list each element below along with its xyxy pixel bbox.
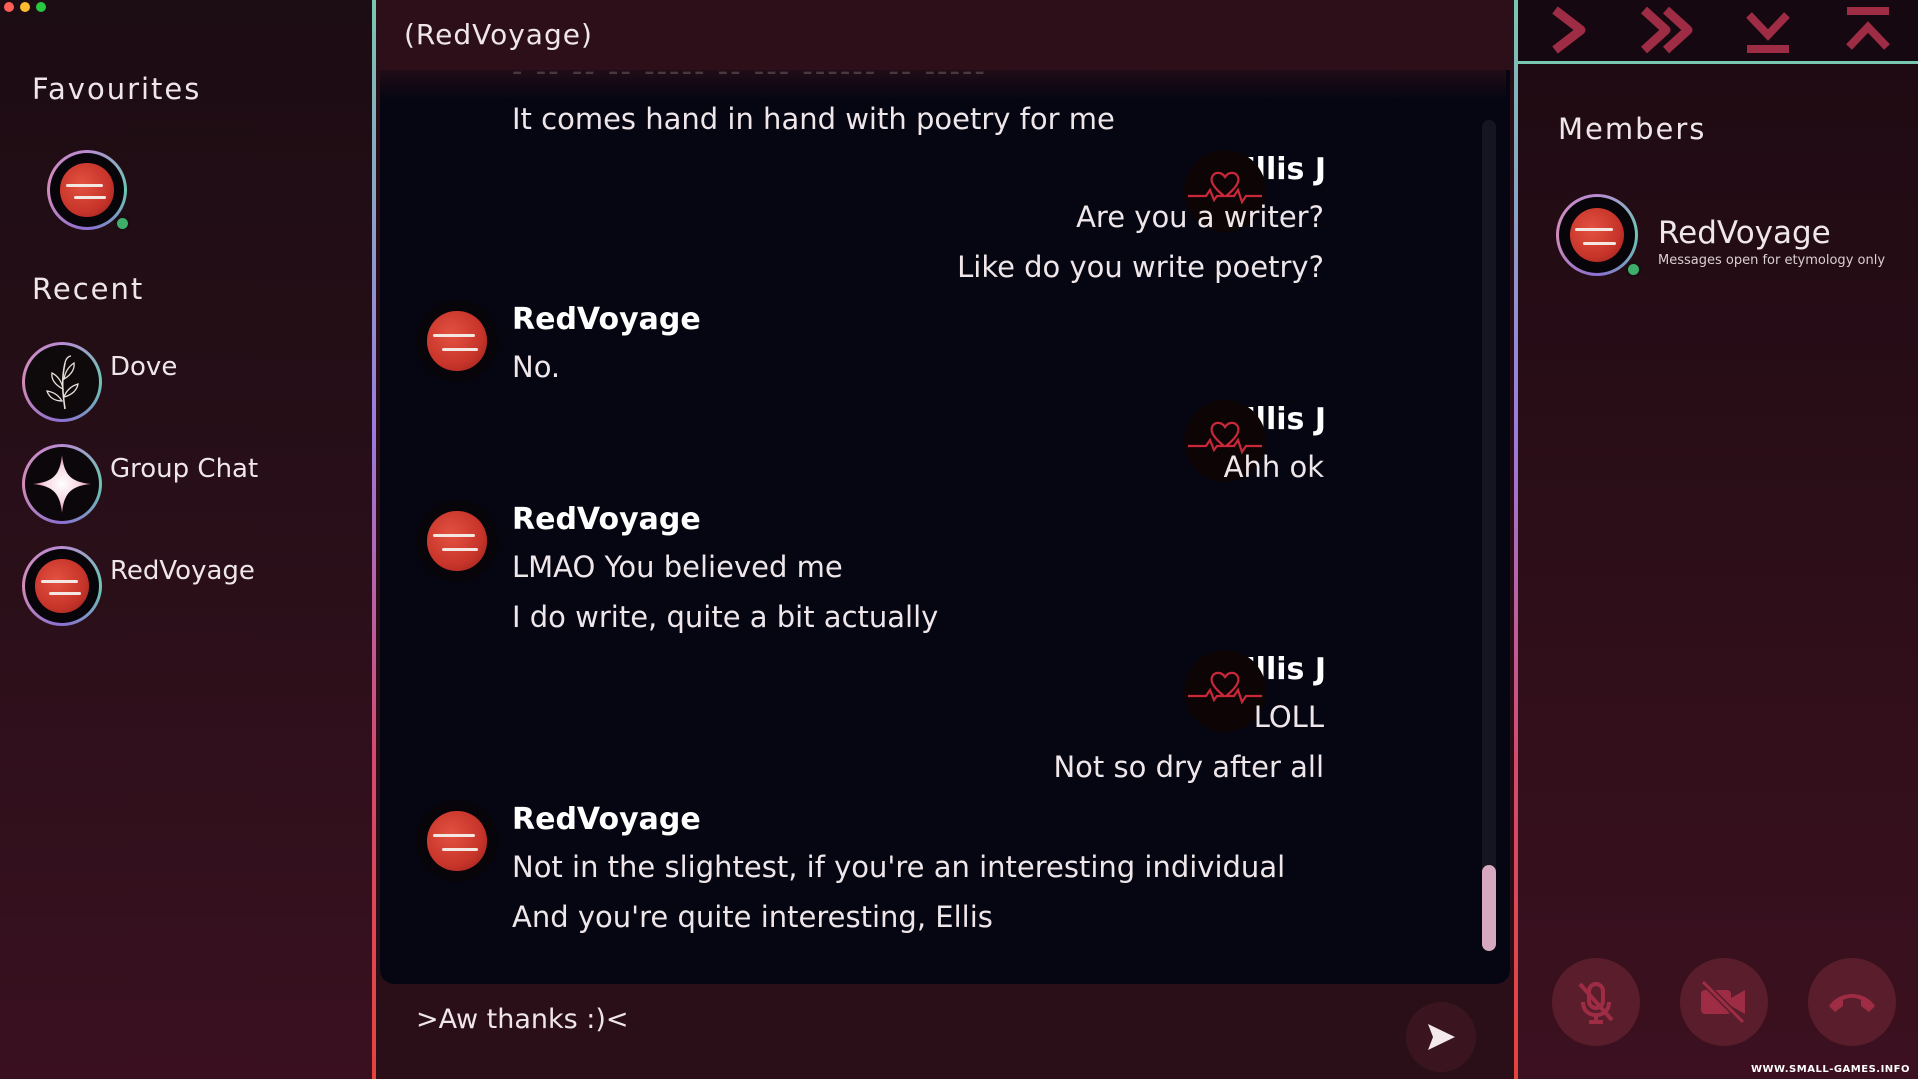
video-toggle-button[interactable] [1680,958,1768,1046]
advance-button[interactable] [1518,0,1618,60]
red-sun-icon [60,163,114,217]
scrollbar-thumb[interactable] [1482,865,1496,951]
fast-forward-button[interactable] [1618,0,1718,60]
recent-item-dove[interactable]: Dove [22,342,352,426]
recent-item-group-chat[interactable]: Group Chat [22,444,352,528]
watermark-text: WWW.SMALL-GAMES.INFO [1750,1064,1910,1075]
red-sun-icon [427,811,487,871]
skip-down-button[interactable] [1718,0,1818,60]
message-line: And you're quite interesting, Ellis [512,900,993,934]
avatar [22,546,102,626]
online-status-dot [1625,261,1642,278]
message-line: Not in the slightest, if you're an inter… [512,850,1286,884]
message-line: Not so dry after all [1053,750,1324,784]
close-window-button[interactable] [4,2,14,12]
mute-button[interactable] [1552,958,1640,1046]
red-sun-icon [35,559,89,613]
send-button[interactable] [1406,1002,1476,1072]
mute-mic-icon [1578,982,1614,1024]
message-line: LMAO You believed me [512,550,843,584]
message-author: RedVoyage [512,502,701,537]
maximize-window-button[interactable] [36,2,46,12]
dove-plant-icon [46,355,79,410]
favourites-title: Favourites [32,72,202,106]
message-line: I do write, quite a bit actually [512,600,939,634]
favourite-redvoyage-avatar[interactable] [47,150,131,232]
playback-toolbar [1518,0,1918,64]
message-composer[interactable]: >Aw thanks :)< [380,990,1510,1079]
hang-up-button[interactable] [1808,958,1896,1046]
red-sun-icon [1569,207,1625,263]
message-list[interactable]: - -- -- -- ----- -- --- ------ -- ----- … [380,40,1510,984]
red-sun-icon [427,311,487,371]
double-chevron-right-icon [1640,6,1693,54]
message-line: Ahh ok [1223,450,1324,484]
video-off-icon [1700,979,1746,1025]
red-sun-icon [427,511,487,571]
chat-title: (RedVoyage) [376,0,1514,70]
recent-title: Recent [32,272,145,306]
avatar [22,444,102,524]
skip-up-icon [1846,7,1890,50]
redvoyage-avatar[interactable] [416,300,498,382]
message-line: LOLL [1253,700,1324,734]
recent-item-label: Dove [110,352,178,382]
recent-item-label: RedVoyage [110,556,255,586]
sidebar: Favourites Recent Dove Group Chat RedVoy… [0,0,372,1079]
message-input[interactable]: >Aw thanks :)< [416,1004,629,1035]
member-name[interactable]: RedVoyage [1658,215,1831,251]
message-line: It comes hand in hand with poetry for me [512,102,1115,136]
member-avatar[interactable] [1556,194,1642,278]
message-author: RedVoyage [512,302,701,337]
chat-panel: - -- -- -- ----- -- --- ------ -- ----- … [372,0,1514,1079]
window-controls [4,2,46,12]
chevron-right-icon [1552,6,1586,54]
redvoyage-avatar[interactable] [416,800,498,882]
member-status: Messages open for etymology only [1658,253,1886,268]
send-arrow-icon [1428,1024,1455,1050]
skip-down-icon [1746,12,1790,53]
recent-item-label: Group Chat [110,454,259,484]
online-status-dot [114,215,131,232]
hang-up-icon [1829,994,1875,1012]
message-author: RedVoyage [512,802,701,837]
redvoyage-avatar[interactable] [416,500,498,582]
scrollbar-track[interactable] [1482,120,1496,950]
avatar [22,342,102,422]
minimize-window-button[interactable] [20,2,30,12]
message-line: Are you a writer? [1076,200,1324,234]
sparkle-star-icon [33,455,91,513]
members-panel: Members RedVoyage Messages open for etym… [1514,0,1918,1079]
message-line: Like do you write poetry? [957,250,1324,284]
members-title: Members [1558,112,1707,146]
message-line: No. [512,350,561,384]
recent-item-redvoyage[interactable]: RedVoyage [22,546,352,630]
skip-up-button[interactable] [1818,0,1918,60]
